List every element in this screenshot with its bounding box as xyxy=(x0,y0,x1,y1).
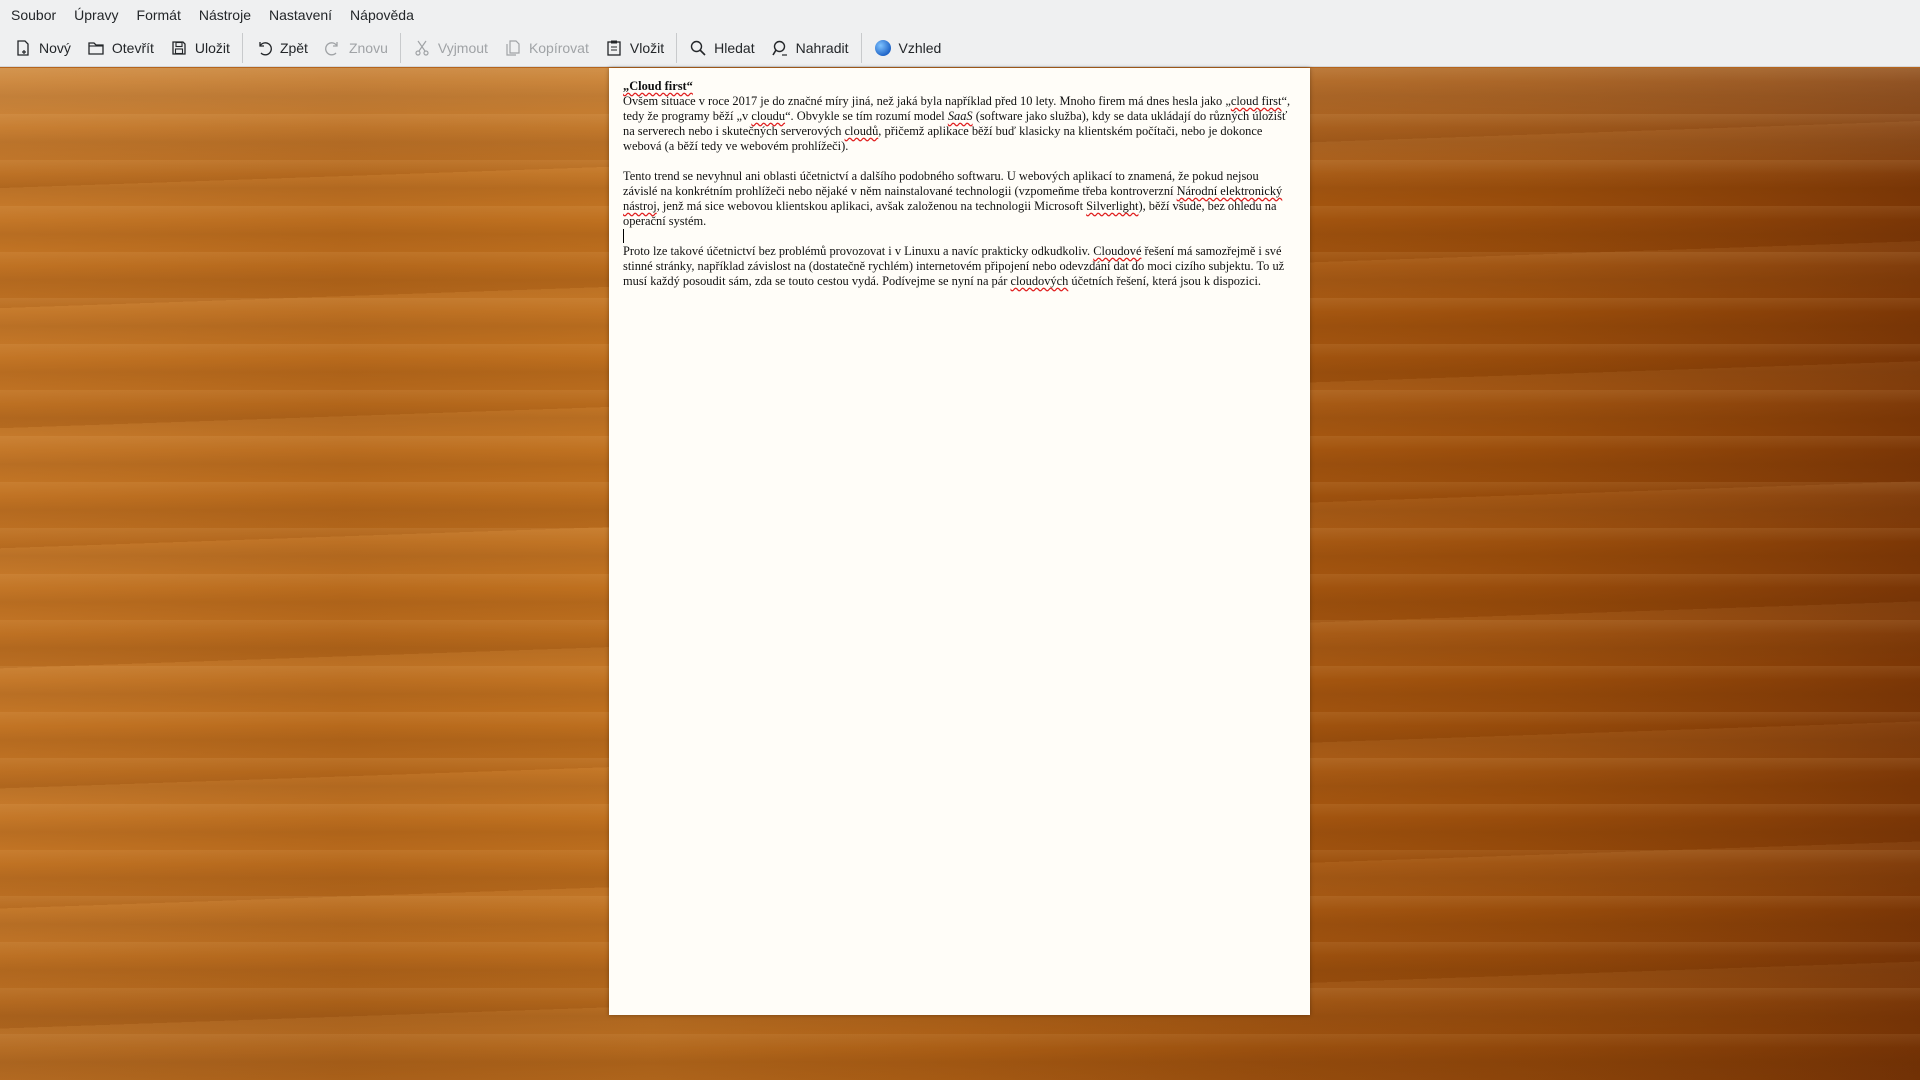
scissors-icon xyxy=(415,40,429,56)
clipboard-icon xyxy=(607,40,621,56)
undo-icon xyxy=(259,42,272,56)
toolbar-separator xyxy=(676,33,678,63)
undo-label: Zpět xyxy=(279,40,308,56)
save-label: Uložit xyxy=(194,40,230,56)
paste-label: Vložit xyxy=(629,40,665,56)
empty-line xyxy=(623,154,1295,169)
document-text-area[interactable]: „Cloud first“ Ovšem situace v roce 2017 … xyxy=(623,79,1295,289)
replace-icon xyxy=(771,40,787,56)
open-button[interactable]: Otevřít xyxy=(79,33,162,63)
text-run: cloud first xyxy=(1230,94,1282,108)
menu-file[interactable]: Soubor xyxy=(2,0,65,30)
new-label: Nový xyxy=(39,40,71,56)
menu-tools[interactable]: Nástroje xyxy=(190,0,260,30)
folder-icon xyxy=(88,42,104,55)
toolbar-separator xyxy=(399,33,401,63)
paragraph-2: Tento trend se nevyhnul ani oblasti účet… xyxy=(623,169,1295,229)
heading-text: „Cloud first“ xyxy=(623,79,693,93)
toolbar-separator xyxy=(241,33,243,63)
copy-button[interactable]: Kopírovat xyxy=(496,33,597,63)
appearance-label: Vzhled xyxy=(898,40,942,56)
cut-button[interactable]: Vyjmout xyxy=(405,33,496,63)
text-run: , jenž má sice webovou klientskou aplika… xyxy=(656,199,1087,213)
empty-line-with-cursor xyxy=(623,229,1295,244)
copy-label: Kopírovat xyxy=(528,40,589,56)
text-run: účetních řešení, která jsou k dispozici. xyxy=(1068,274,1261,288)
toolbar: Nový Otevřít Uložit Zpět Znovu Vyjmout K… xyxy=(0,30,1920,67)
text-run: Tento trend se nevyhnul ani oblasti účet… xyxy=(623,169,1259,198)
new-button[interactable]: Nový xyxy=(6,33,79,63)
text-run: cloudových xyxy=(1010,274,1069,288)
text-run: cloudů xyxy=(844,124,879,138)
replace-button[interactable]: Nahradit xyxy=(763,33,857,63)
text-cursor xyxy=(623,229,624,243)
redo-label: Znovu xyxy=(348,40,388,56)
menu-help[interactable]: Nápověda xyxy=(341,0,423,30)
text-run: Cloudové xyxy=(1093,244,1142,258)
cut-label: Vyjmout xyxy=(437,40,488,56)
redo-button[interactable]: Znovu xyxy=(316,33,396,63)
open-label: Otevřít xyxy=(111,40,154,56)
find-label: Hledat xyxy=(714,40,755,56)
menu-bar: Soubor Úpravy Formát Nástroje Nastavení … xyxy=(0,0,1920,30)
paragraph-3: Proto lze takové účetnictví bez problémů… xyxy=(623,244,1295,289)
toolbar-separator xyxy=(860,33,862,63)
text-run: Proto lze takové účetnictví bez problémů… xyxy=(623,244,1094,258)
document-heading: „Cloud first“ xyxy=(623,79,1295,94)
text-run: cloudu xyxy=(751,109,786,123)
redo-icon xyxy=(325,42,338,56)
text-run: Silverlight xyxy=(1086,199,1139,213)
undo-button[interactable]: Zpět xyxy=(247,33,316,63)
find-button[interactable]: Hledat xyxy=(681,33,762,63)
menu-edit[interactable]: Úpravy xyxy=(65,0,127,30)
text-run: Ovšem situace v roce 2017 je do značné m… xyxy=(623,94,1231,108)
appearance-button[interactable]: Vzhled xyxy=(866,33,950,63)
globe-icon xyxy=(874,40,891,56)
menu-format[interactable]: Formát xyxy=(128,0,190,30)
text-run: “. Obvykle se tím rozumí model xyxy=(785,109,948,123)
document-page[interactable]: „Cloud first“ Ovšem situace v roce 2017 … xyxy=(609,68,1310,1015)
paste-button[interactable]: Vložit xyxy=(597,33,672,63)
new-document-icon xyxy=(17,40,29,56)
text-run: SaaS xyxy=(947,109,973,123)
paragraph-1: Ovšem situace v roce 2017 je do značné m… xyxy=(623,94,1295,154)
save-button[interactable]: Uložit xyxy=(162,33,238,63)
search-icon xyxy=(690,40,706,56)
replace-label: Nahradit xyxy=(795,40,849,56)
save-icon xyxy=(172,41,186,55)
copy-icon xyxy=(506,40,520,56)
menu-settings[interactable]: Nastavení xyxy=(260,0,341,30)
